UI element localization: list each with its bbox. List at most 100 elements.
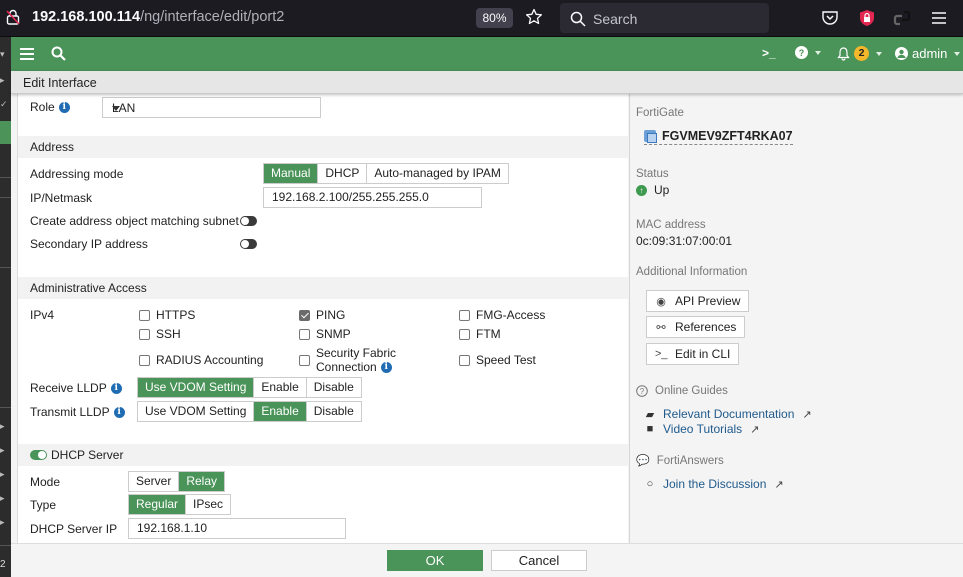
- checkbox-box[interactable]: [459, 309, 470, 321]
- pocket-icon[interactable]: [821, 9, 839, 27]
- receive-lldp-row: Receive LLDP i Use VDOM Setting Enable Di…: [18, 377, 628, 399]
- search-icon[interactable]: [51, 46, 66, 61]
- insecure-lock-icon[interactable]: [6, 9, 20, 25]
- fortianswers-header: 💬 FortiAnswers: [636, 454, 724, 468]
- address-section-header: Address: [18, 136, 628, 158]
- references-button[interactable]: ⚯ References: [646, 316, 746, 338]
- nav-arrow-icon[interactable]: ▸: [0, 517, 7, 528]
- ip-netmask-label: IP/Netmask: [30, 191, 93, 205]
- radius-accounting-checkbox[interactable]: RADIUS Accounting: [139, 353, 263, 367]
- api-preview-button[interactable]: ◉ API Preview: [646, 290, 750, 312]
- user-menu-button[interactable]: admin: [895, 46, 961, 61]
- video-tutorials-link[interactable]: ■ Video Tutorials ↗: [644, 422, 760, 436]
- online-guides-label: Online Guides: [655, 385, 728, 397]
- fmg-access-checkbox[interactable]: FMG-Access: [459, 308, 545, 322]
- ublock-shield-icon[interactable]: [858, 9, 876, 27]
- nav-check-icon[interactable]: ✓: [0, 99, 8, 110]
- snmp-checkbox[interactable]: SNMP: [299, 327, 351, 341]
- receive-lldp-enable[interactable]: Enable: [254, 378, 307, 397]
- browser-search-box[interactable]: Search: [560, 3, 769, 33]
- checkbox-box[interactable]: [299, 354, 310, 366]
- address-bar[interactable]: 192.168.100.114/ng/interface/edit/port2: [32, 9, 284, 25]
- page-title-bar: Edit Interface: [11, 71, 963, 94]
- dhcp-mode-selector: Server Relay: [128, 471, 226, 492]
- menu-icon[interactable]: [20, 47, 34, 61]
- addressing-mode-label: Addressing mode: [30, 167, 124, 181]
- checkbox-box[interactable]: [299, 328, 310, 340]
- cancel-button[interactable]: Cancel: [491, 550, 587, 571]
- transmit-lldp-disable[interactable]: Disable: [307, 402, 361, 421]
- nav-arrow-icon[interactable]: ▸: [0, 75, 7, 86]
- security-fabric-checkbox[interactable]: Security Fabric Connection i: [299, 346, 396, 374]
- book-icon: ▰: [645, 408, 655, 421]
- cli-console-button[interactable]: >_: [762, 46, 776, 60]
- device-link[interactable]: FGVMEV9ZFT4RKA07: [644, 129, 793, 145]
- ssh-checkbox[interactable]: SSH: [139, 327, 181, 341]
- additional-information-label: Additional Information: [636, 266, 748, 278]
- info-icon[interactable]: i: [380, 362, 392, 374]
- addressing-mode-manual[interactable]: Manual: [264, 164, 319, 183]
- zoom-level-badge[interactable]: 80%: [476, 8, 513, 28]
- extension-link-icon[interactable]: [893, 9, 911, 27]
- hamburger-menu-icon[interactable]: [930, 9, 948, 27]
- role-label: Role i: [30, 100, 70, 114]
- addressing-mode-ipam[interactable]: Auto-managed by IPAM: [367, 164, 508, 183]
- ipv4-label: IPv4: [30, 308, 55, 322]
- dhcp-mode-relay[interactable]: Relay: [179, 472, 225, 491]
- dhcp-type-regular[interactable]: Regular: [129, 495, 187, 514]
- comment-icon: ○: [646, 478, 654, 490]
- checkbox-box[interactable]: [459, 354, 470, 366]
- role-select[interactable]: LAN: [102, 97, 321, 118]
- help-menu-button[interactable]: ?: [795, 46, 821, 59]
- ip-netmask-input[interactable]: 192.168.2.100/255.255.255.0: [263, 187, 482, 208]
- transmit-lldp-enable[interactable]: Enable: [254, 402, 307, 421]
- create-address-object-toggle[interactable]: [240, 216, 257, 226]
- ok-button[interactable]: OK: [387, 550, 483, 571]
- info-icon[interactable]: i: [113, 407, 125, 419]
- join-discussion-link[interactable]: ○ Join the Discussion ↗: [644, 477, 784, 491]
- https-checkbox[interactable]: HTTPS: [139, 308, 195, 322]
- dhcp-server-ip-input[interactable]: 192.168.1.10: [128, 518, 346, 539]
- info-side-panel: FortiGate FGVMEV9ZFT4RKA07 Status ↑ Up MA…: [629, 94, 963, 543]
- relevant-documentation-link[interactable]: ▰ Relevant Documentation ↗: [644, 407, 812, 421]
- dhcp-type-row: Type Regular IPsec: [18, 494, 628, 516]
- nav-arrow-icon[interactable]: ▸: [0, 445, 7, 456]
- security-fabric-label-line2-text: Connection: [316, 360, 377, 374]
- receive-lldp-disable[interactable]: Disable: [307, 378, 361, 397]
- svg-text:?: ?: [640, 387, 645, 396]
- receive-lldp-label: Receive LLDP i: [30, 381, 122, 395]
- checkbox-box[interactable]: [139, 354, 150, 366]
- dhcp-mode-label: Mode: [30, 475, 61, 489]
- nav-arrow-icon[interactable]: ▸: [0, 493, 7, 504]
- left-nav-strip: ▾ ▸ ✓ ▸ ▸ ▸ ▸ ▸ 2: [0, 37, 11, 577]
- checkbox-box[interactable]: [139, 328, 150, 340]
- info-icon[interactable]: i: [58, 102, 70, 114]
- checkbox-box-checked[interactable]: [299, 309, 310, 321]
- ftm-checkbox[interactable]: FTM: [459, 327, 501, 341]
- dhcp-server-ip-row: DHCP Server IP 192.168.1.10: [18, 518, 628, 540]
- transmit-lldp-label: Transmit LLDP i: [30, 405, 125, 419]
- dhcp-type-ipsec[interactable]: IPsec: [186, 495, 230, 514]
- speed-test-checkbox[interactable]: Speed Test: [459, 353, 536, 367]
- nav-arrow-icon[interactable]: ▸: [0, 421, 7, 432]
- info-icon[interactable]: i: [110, 383, 122, 395]
- dhcp-section-title: DHCP Server: [51, 448, 124, 462]
- checkbox-box[interactable]: [459, 328, 470, 340]
- transmit-lldp-use-vdom[interactable]: Use VDOM Setting: [138, 402, 255, 421]
- dhcp-server-toggle[interactable]: [30, 450, 47, 460]
- bookmark-star-icon[interactable]: [525, 8, 543, 26]
- nav-favorite-item[interactable]: [0, 121, 11, 144]
- nav-caret-icon[interactable]: ▾: [0, 49, 7, 60]
- ping-checkbox[interactable]: PING: [299, 308, 345, 322]
- dhcp-mode-server[interactable]: Server: [129, 472, 180, 491]
- create-address-object-label: Create address object matching subnet: [30, 214, 239, 228]
- secondary-ip-toggle[interactable]: [240, 239, 257, 249]
- edit-in-cli-button[interactable]: >_ Edit in CLI: [646, 343, 740, 365]
- notifications-button[interactable]: 2: [837, 46, 882, 61]
- nav-arrow-icon[interactable]: ▸: [0, 469, 7, 480]
- receive-lldp-use-vdom[interactable]: Use VDOM Setting: [138, 378, 255, 397]
- api-preview-label: API Preview: [675, 294, 741, 308]
- checkbox-box[interactable]: [139, 309, 150, 321]
- addressing-mode-dhcp[interactable]: DHCP: [318, 164, 368, 183]
- receive-lldp-selector: Use VDOM Setting Enable Disable: [137, 377, 362, 398]
